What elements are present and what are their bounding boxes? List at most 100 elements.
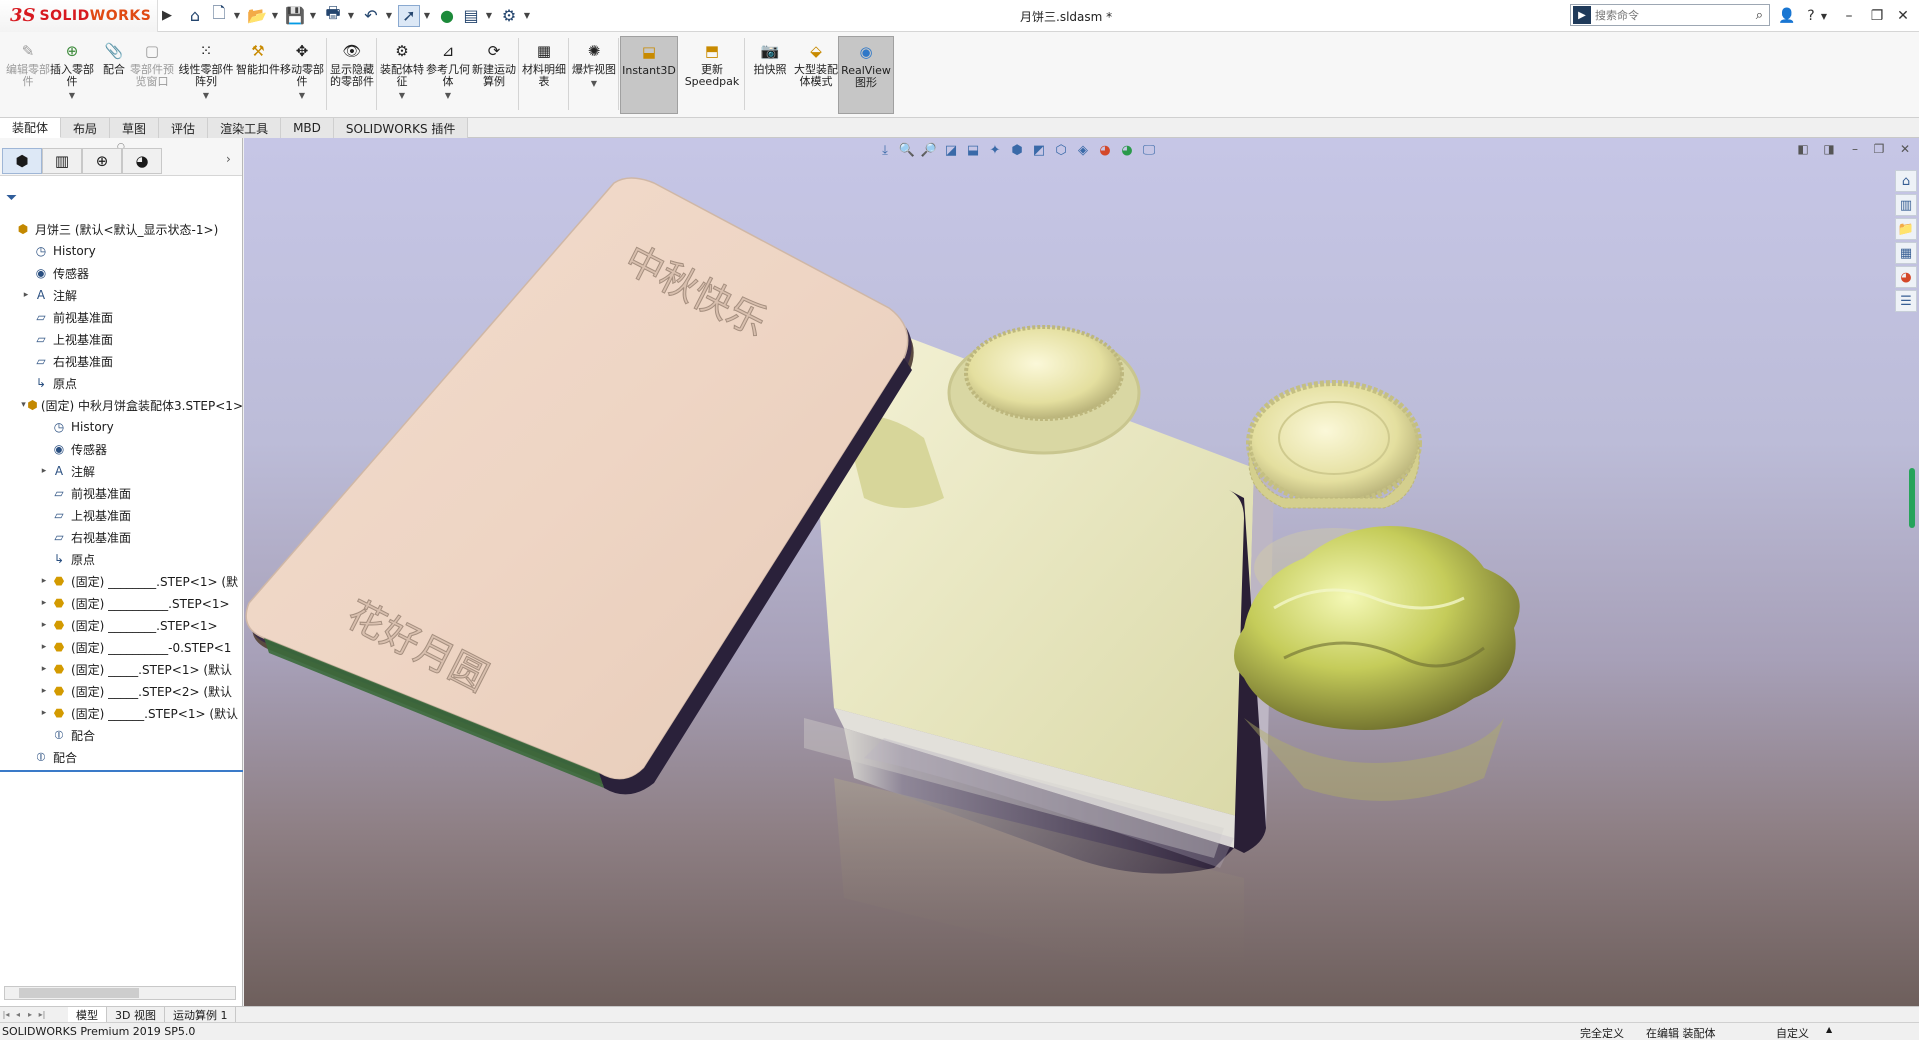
smart-fastener-button[interactable]: ⚒ 智能扣件 [234,36,282,114]
configuration-manager-tab-icon[interactable]: ⊕ [82,148,122,174]
print-dropdown-icon[interactable]: ▼ [346,5,356,27]
bill-of-materials-button[interactable]: ▦ 材料明细表 [520,36,568,114]
tab-solidworks-addins[interactable]: SOLIDWORKS 插件 [333,118,469,138]
reference-geometry-button[interactable]: ⊿ 参考几何体 ▼ [424,36,472,114]
tree-expand-toggle-icon[interactable]: ▸ [38,686,50,696]
tree-expand-toggle-icon[interactable]: ▸ [38,576,50,586]
minimize-window-icon[interactable]: – [1838,5,1860,27]
tree-item[interactable]: ▱ 右视基准面 [0,526,243,548]
tree-expand-toggle-icon[interactable]: ▸ [38,466,50,476]
reference-dropdown-icon[interactable]: ▼ [445,90,451,102]
close-window-icon[interactable]: ✕ [1892,5,1914,27]
search-commands-input[interactable] [1595,8,1725,22]
move-component-button[interactable]: ✥ 移动零部件 ▼ [278,36,326,114]
show-hidden-components-button[interactable]: 👁 显示隐藏的零部件 [328,36,376,114]
pattern-dropdown-icon[interactable]: ▼ [203,90,209,102]
tree-item[interactable]: ▱ 上视基准面 [0,328,243,350]
save-icon[interactable]: 💾 [284,5,306,27]
insert-dropdown-icon[interactable]: ▼ [69,90,75,102]
tab-mbd[interactable]: MBD [281,118,334,138]
tab-assembly[interactable]: 装配体 [0,118,62,138]
prev-tab-arrow-icon[interactable]: ◂ [12,1010,24,1019]
tab-render-tools[interactable]: 渲染工具 [208,118,282,138]
filter-icon[interactable]: ⏷ [6,190,17,206]
task-pane-indicator[interactable] [1909,468,1915,528]
take-snapshot-button[interactable]: 📷 拍快照 [746,36,794,114]
home-icon[interactable]: ⌂ [184,5,206,27]
rebuild-traffic-light-icon[interactable]: ● [436,5,458,27]
open-dropdown-icon[interactable]: ▼ [270,5,280,27]
tree-item[interactable]: ▸ A 注解 [0,284,243,306]
tree-item[interactable]: ⦶ 配合 [0,746,243,768]
tab-evaluate[interactable]: 评估 [159,118,209,138]
property-manager-tab-icon[interactable]: ▥ [42,148,82,174]
new-document-icon[interactable]: 🗋 [208,3,230,27]
select-dropdown-icon[interactable]: ▼ [422,5,432,27]
tree-item[interactable]: ◷ History [0,240,243,262]
update-speedpak-button[interactable]: ⬒ 更新Speedpak [684,36,740,114]
tree-expand-toggle-icon[interactable]: ▸ [38,642,50,652]
search-commands-box[interactable]: ▶ ⌕ [1570,4,1770,26]
units-custom-status[interactable]: 自定义 [1776,1025,1809,1040]
tree-expand-toggle-icon[interactable]: ▾ [20,400,27,410]
linear-pattern-button[interactable]: ⁙ 线性零部件阵列 ▼ [178,36,234,114]
display-manager-tab-icon[interactable]: ◕ [122,148,162,174]
view-palette-icon[interactable]: ▦ [1895,242,1917,264]
scrollbar-thumb[interactable] [19,988,139,998]
insert-component-button[interactable]: ⊕ 插入零部件 ▼ [48,36,96,114]
tree-item[interactable]: ▸ ⬣ (固定) ______.STEP<1> (默认 [0,702,243,724]
units-dropdown-icon[interactable]: ▲ [1826,1025,1832,1034]
menu-expand-arrow-icon[interactable]: ▶ [158,0,176,32]
tree-item[interactable]: ↳ 原点 [0,548,243,570]
tree-item[interactable]: ▾ ⬢ (固定) 中秋月饼盒装配体3.STEP<1> [0,394,243,416]
tree-expand-toggle-icon[interactable]: ▸ [38,598,50,608]
assembly-feature-dropdown-icon[interactable]: ▼ [399,90,405,102]
next-tab-arrow-icon[interactable]: ▸ [24,1010,36,1019]
component-preview-button[interactable]: ▢ 零部件预览窗口 [128,36,176,114]
options-gear-icon[interactable]: ⚙ [498,5,520,27]
tree-item[interactable]: ▸ ⬣ (固定) _____.STEP<2> (默认 [0,680,243,702]
tree-expand-toggle-icon[interactable]: ▸ [38,664,50,674]
graphics-viewport[interactable]: ⤓ 🔍 🔎 ◪ ⬓ ✦ ⬢ ◩ ⬡ ◈ ◕ ◕ 🖵 ◧ ◨ – ❐ ✕ 中秋快乐… [244,138,1919,1006]
panel-horizontal-scrollbar[interactable] [4,986,236,1000]
more-tabs-chevron-icon[interactable]: › [226,152,231,166]
file-properties-icon[interactable]: ▤ [460,5,482,27]
tree-item[interactable]: ▸ ⬣ (固定) __________-0.STEP<1 [0,636,243,658]
options-dropdown-icon[interactable]: ▼ [522,5,532,27]
tab-sketch[interactable]: 草图 [110,118,160,138]
tree-item[interactable]: ↳ 原点 [0,372,243,394]
realview-graphics-button[interactable]: ◉ RealView图形 [838,36,894,114]
tree-expand-toggle-icon[interactable]: ▸ [38,620,50,630]
tab-motion-study[interactable]: 运动算例 1 [165,1006,237,1023]
select-pointer-icon[interactable]: ➚ [398,4,420,27]
tree-item[interactable]: ◷ History [0,416,243,438]
new-motion-study-button[interactable]: ⟳ 新建运动算例 [470,36,518,114]
help-dropdown-icon[interactable]: ▼ [1818,5,1830,27]
tree-item[interactable]: ▸ ⬣ (固定) _____.STEP<1> (默认 [0,658,243,680]
new-dropdown-icon[interactable]: ▼ [232,5,242,27]
tree-item[interactable]: ▸ ⬣ (固定) ________.STEP<1> [0,614,243,636]
solidworks-resources-icon[interactable]: ⌂ [1895,170,1917,192]
move-dropdown-icon[interactable]: ▼ [299,90,305,102]
print-icon[interactable]: 🖶 [322,3,344,27]
tree-expand-toggle-icon[interactable]: ▸ [38,708,50,718]
assembly-feature-button[interactable]: ⚙ 装配体特征 ▼ [378,36,426,114]
search-icon[interactable]: ⌕ [1756,8,1763,23]
large-assembly-mode-button[interactable]: ⬙ 大型装配体模式 [792,36,840,114]
tree-item[interactable]: ▸ A 注解 [0,460,243,482]
tree-item[interactable]: ▱ 前视基准面 [0,482,243,504]
design-library-icon[interactable]: ▥ [1895,194,1917,216]
file-explorer-icon[interactable]: 📁 [1895,218,1917,240]
undo-icon[interactable]: ↶ [360,5,382,27]
tab-3d-view[interactable]: 3D 视图 [107,1006,165,1023]
exploded-dropdown-icon[interactable]: ▼ [591,78,597,90]
feature-tree-tab-icon[interactable]: ⬢ [2,148,42,174]
tree-item[interactable]: ⬢ 月饼三 (默认<默认_显示状态-1>) [0,218,243,240]
tree-item[interactable]: ◉ 传感器 [0,262,243,284]
instant3d-button[interactable]: ⬓ Instant3D [620,36,678,114]
last-tab-arrow-icon[interactable]: ▸| [36,1010,48,1019]
tab-layout[interactable]: 布局 [61,118,111,138]
tree-item[interactable]: ⦶ 配合 [0,724,243,746]
tree-item[interactable]: ▱ 右视基准面 [0,350,243,372]
tree-item[interactable]: ▱ 前视基准面 [0,306,243,328]
